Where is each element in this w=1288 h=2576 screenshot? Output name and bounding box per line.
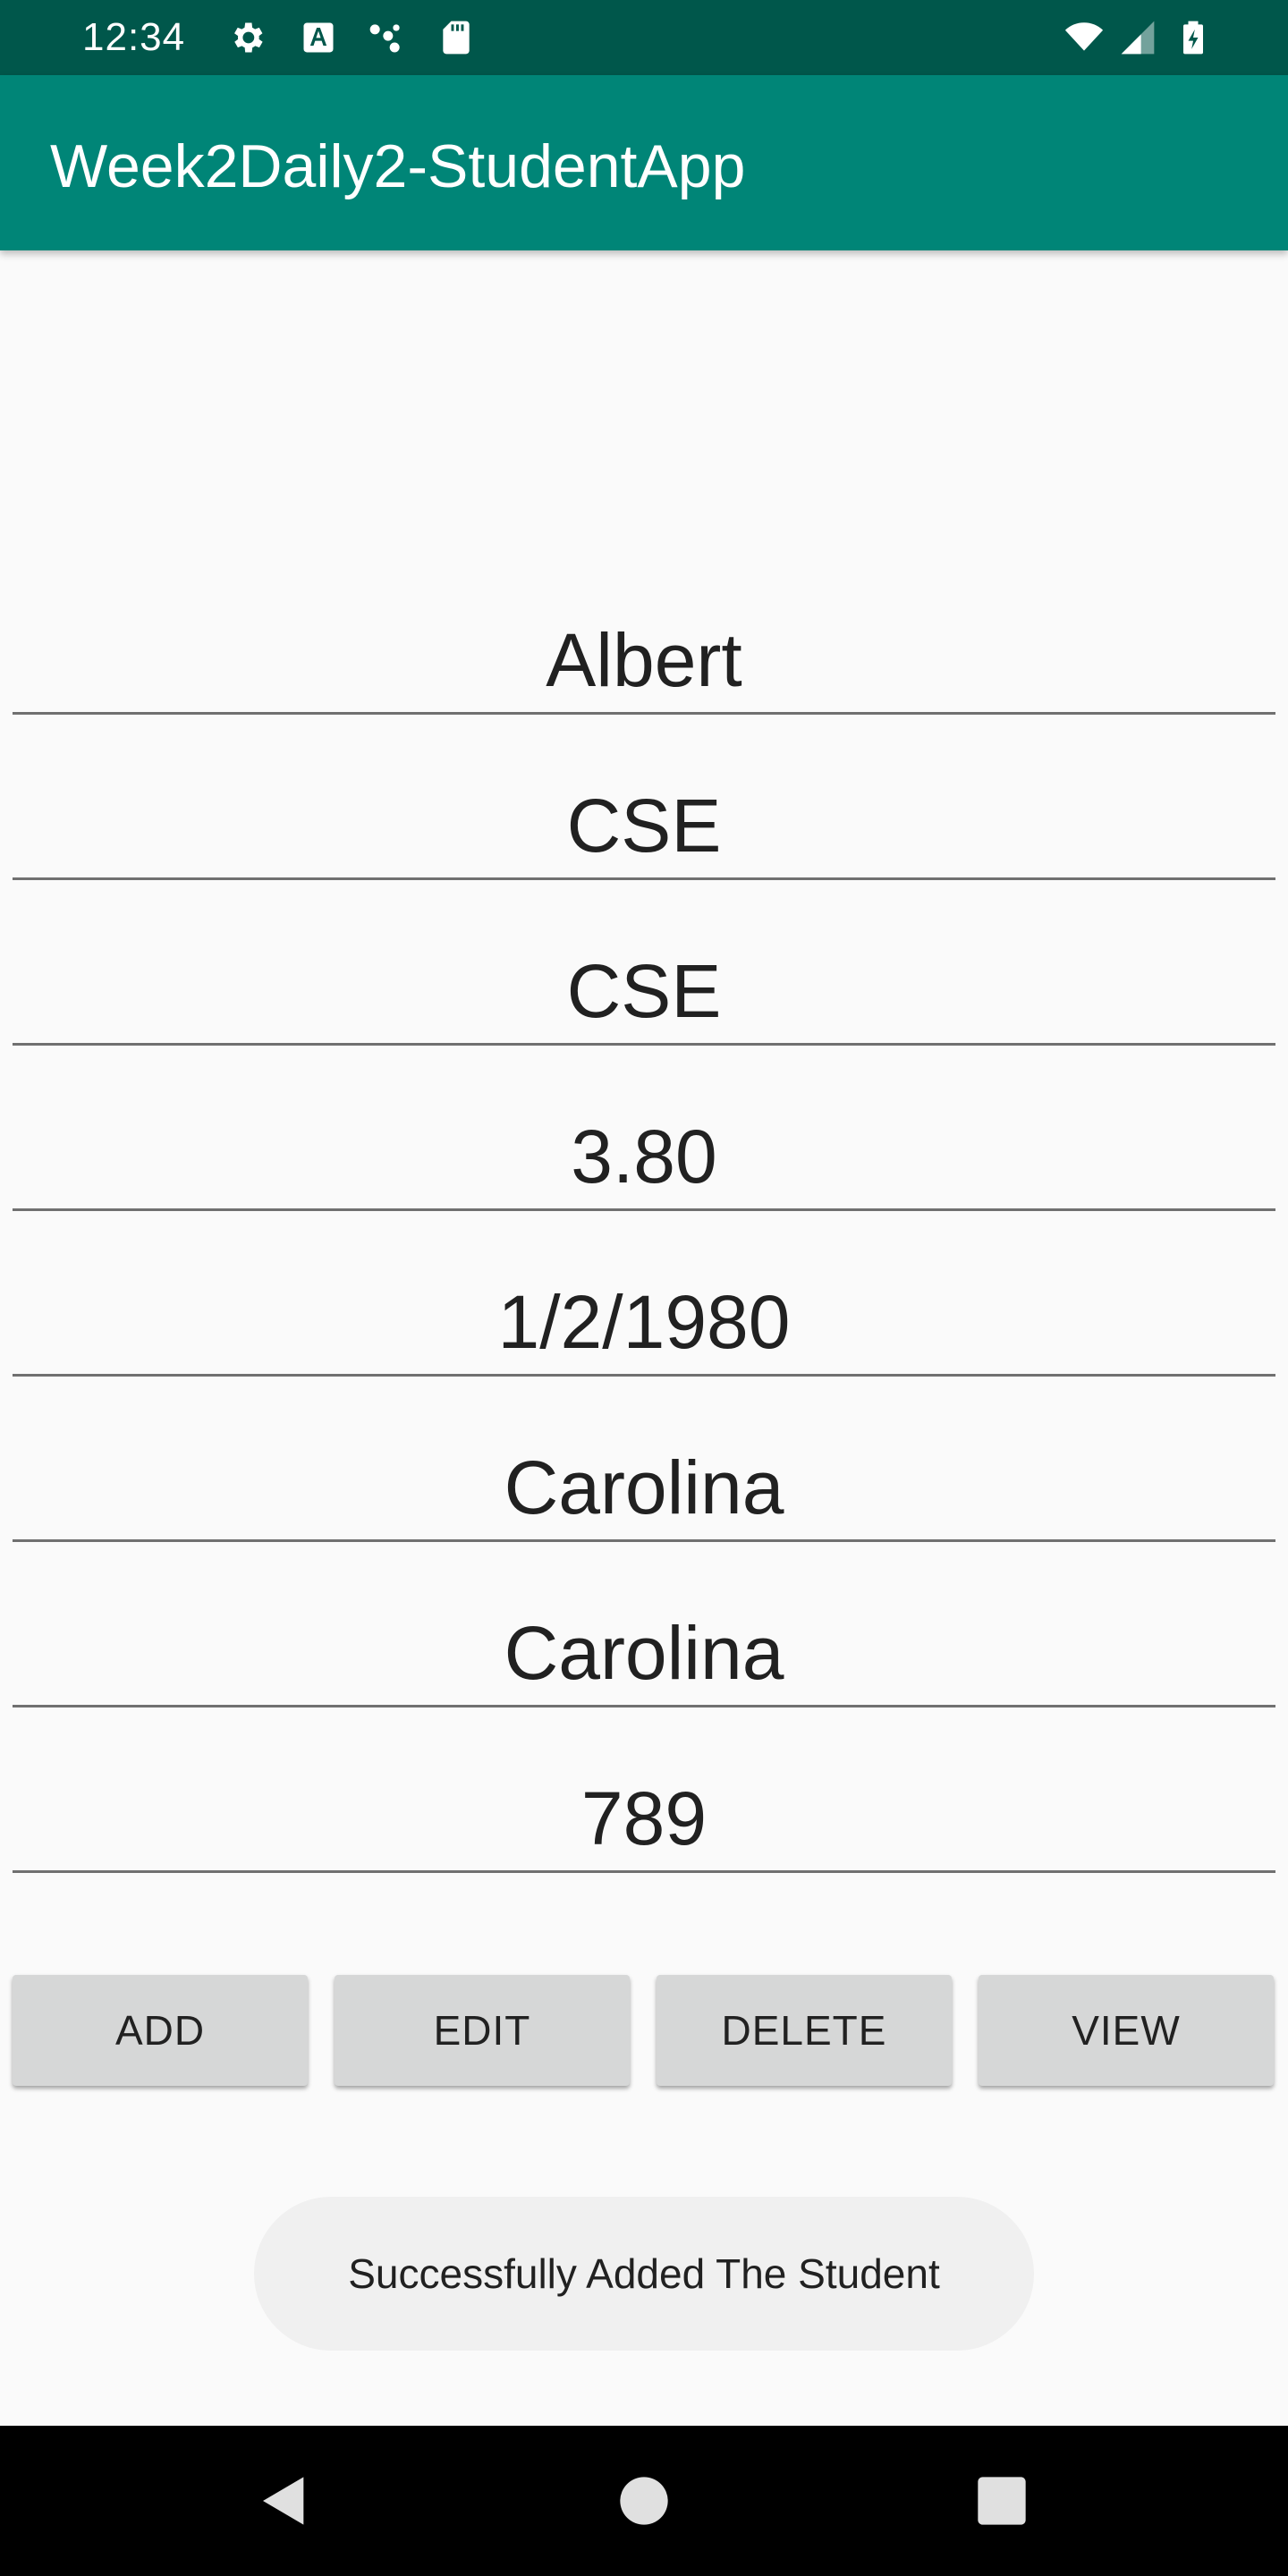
- view-button[interactable]: VIEW: [979, 1975, 1274, 2086]
- dots-icon: [369, 24, 400, 53]
- city-field[interactable]: Carolina: [13, 1432, 1275, 1542]
- battery-icon: [1183, 21, 1203, 55]
- field-value: 1/2/1980: [497, 1280, 791, 1364]
- settings-icon: [234, 22, 263, 53]
- field-value: 3.80: [571, 1114, 717, 1199]
- back-icon[interactable]: [256, 2472, 313, 2529]
- signal-icon: [1121, 21, 1155, 55]
- state-field[interactable]: Carolina: [13, 1597, 1275, 1707]
- app-bar: Week2Daily2-StudentApp: [0, 75, 1288, 250]
- gpa-field[interactable]: 3.80: [13, 1101, 1275, 1211]
- major-field[interactable]: CSE: [13, 936, 1275, 1046]
- sd-card-icon: [443, 21, 470, 55]
- student-id-field[interactable]: 789: [13, 1763, 1275, 1873]
- dob-field[interactable]: 1/2/1980: [13, 1267, 1275, 1377]
- app-title: Week2Daily2-StudentApp: [50, 132, 746, 200]
- home-icon[interactable]: [615, 2472, 673, 2529]
- edit-button[interactable]: EDIT: [335, 1975, 630, 2086]
- field-value: CSE: [566, 949, 722, 1033]
- text-a-icon: [303, 22, 334, 53]
- name-field[interactable]: Albert: [13, 605, 1275, 715]
- field-value: 789: [580, 1776, 708, 1860]
- status-time: 12:34: [82, 15, 186, 59]
- field-value: Carolina: [504, 1445, 784, 1530]
- department-field[interactable]: CSE: [13, 770, 1275, 880]
- delete-button[interactable]: DELETE: [657, 1975, 952, 2086]
- field-value: Albert: [546, 618, 742, 702]
- navigation-bar: [0, 2426, 1288, 2576]
- toast-message: Successfully Added The Student: [254, 2197, 1034, 2351]
- field-value: Carolina: [504, 1611, 784, 1695]
- recents-icon[interactable]: [973, 2472, 1030, 2529]
- field-value: CSE: [566, 784, 722, 868]
- status-bar: 12:34: [0, 0, 1288, 75]
- add-button[interactable]: ADD: [13, 1975, 308, 2086]
- wifi-icon: [1064, 22, 1104, 51]
